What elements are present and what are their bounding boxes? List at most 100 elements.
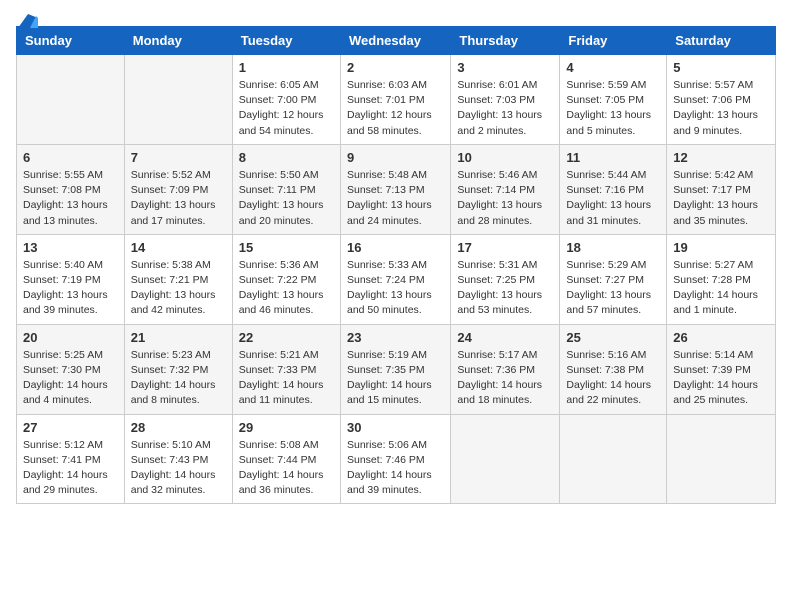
day-cell: 5Sunrise: 5:57 AM Sunset: 7:06 PM Daylig… [667, 55, 776, 145]
day-info: Sunrise: 5:06 AM Sunset: 7:46 PM Dayligh… [347, 438, 444, 499]
day-number: 30 [347, 420, 444, 435]
day-info: Sunrise: 5:14 AM Sunset: 7:39 PM Dayligh… [673, 348, 769, 409]
day-number: 5 [673, 60, 769, 75]
day-number: 29 [239, 420, 334, 435]
day-number: 2 [347, 60, 444, 75]
header-saturday: Saturday [667, 27, 776, 55]
day-number: 10 [457, 150, 553, 165]
day-info: Sunrise: 6:05 AM Sunset: 7:00 PM Dayligh… [239, 78, 334, 139]
day-cell: 17 Sunrise: 5:31 AM Sunset: 7:25 PM Dayli… [451, 234, 560, 324]
day-number: 1 [239, 60, 334, 75]
day-number: 24 [457, 330, 553, 345]
day-cell: 21Sunrise: 5:23 AM Sunset: 7:32 PM Dayli… [124, 324, 232, 414]
day-info: Sunrise: 5:16 AM Sunset: 7:38 PM Dayligh… [566, 348, 660, 409]
day-cell: 7 Sunrise: 5:52 AM Sunset: 7:09 PM Daylig… [124, 144, 232, 234]
day-cell [451, 414, 560, 504]
day-info: Sunrise: 5:31 AM Sunset: 7:25 PM Dayligh… [457, 258, 553, 319]
day-cell: 26 Sunrise: 5:14 AM Sunset: 7:39 PM Dayli… [667, 324, 776, 414]
day-cell: 15 Sunrise: 5:36 AM Sunset: 7:22 PM Dayli… [232, 234, 340, 324]
day-info: Sunrise: 5:52 AM Sunset: 7:09 PM Dayligh… [131, 168, 226, 229]
day-cell [560, 414, 667, 504]
header-monday: Monday [124, 27, 232, 55]
header-sunday: Sunday [17, 27, 125, 55]
day-cell: 3Sunrise: 6:01 AM Sunset: 7:03 PM Daylig… [451, 55, 560, 145]
day-cell: 28 Sunrise: 5:10 AM Sunset: 7:43 PM Dayli… [124, 414, 232, 504]
day-cell: 24 Sunrise: 5:17 AM Sunset: 7:36 PM Dayli… [451, 324, 560, 414]
day-info: Sunrise: 5:33 AM Sunset: 7:24 PM Dayligh… [347, 258, 444, 319]
header-wednesday: Wednesday [340, 27, 450, 55]
day-info: Sunrise: 5:27 AM Sunset: 7:28 PM Dayligh… [673, 258, 769, 319]
day-cell [124, 55, 232, 145]
day-cell: 20 Sunrise: 5:25 AM Sunset: 7:30 PM Dayli… [17, 324, 125, 414]
day-number: 8 [239, 150, 334, 165]
day-cell: 1 Sunrise: 6:05 AM Sunset: 7:00 PM Daylig… [232, 55, 340, 145]
day-cell: 19 Sunrise: 5:27 AM Sunset: 7:28 PM Dayli… [667, 234, 776, 324]
day-cell: 30 Sunrise: 5:06 AM Sunset: 7:46 PM Dayli… [340, 414, 450, 504]
day-cell: 4 Sunrise: 5:59 AM Sunset: 7:05 PM Daylig… [560, 55, 667, 145]
day-info: Sunrise: 5:44 AM Sunset: 7:16 PM Dayligh… [566, 168, 660, 229]
day-cell: 12Sunrise: 5:42 AM Sunset: 7:17 PM Dayli… [667, 144, 776, 234]
weekday-header-row: SundayMondayTuesdayWednesdayThursdayFrid… [17, 27, 776, 55]
day-info: Sunrise: 5:50 AM Sunset: 7:11 PM Dayligh… [239, 168, 334, 229]
day-number: 20 [23, 330, 118, 345]
day-info: Sunrise: 5:59 AM Sunset: 7:05 PM Dayligh… [566, 78, 660, 139]
header-friday: Friday [560, 27, 667, 55]
day-cell: 2 Sunrise: 6:03 AM Sunset: 7:01 PM Daylig… [340, 55, 450, 145]
day-info: Sunrise: 5:48 AM Sunset: 7:13 PM Dayligh… [347, 168, 444, 229]
day-number: 18 [566, 240, 660, 255]
day-number: 23 [347, 330, 444, 345]
day-cell: 23 Sunrise: 5:19 AM Sunset: 7:35 PM Dayli… [340, 324, 450, 414]
day-cell: 18 Sunrise: 5:29 AM Sunset: 7:27 PM Dayli… [560, 234, 667, 324]
day-number: 7 [131, 150, 226, 165]
day-cell: 10 Sunrise: 5:46 AM Sunset: 7:14 PM Dayli… [451, 144, 560, 234]
day-info: Sunrise: 5:36 AM Sunset: 7:22 PM Dayligh… [239, 258, 334, 319]
day-cell: 6 Sunrise: 5:55 AM Sunset: 7:08 PM Daylig… [17, 144, 125, 234]
day-cell: 27 Sunrise: 5:12 AM Sunset: 7:41 PM Dayli… [17, 414, 125, 504]
day-number: 17 [457, 240, 553, 255]
day-number: 28 [131, 420, 226, 435]
calendar: SundayMondayTuesdayWednesdayThursdayFrid… [16, 26, 776, 504]
day-info: Sunrise: 5:25 AM Sunset: 7:30 PM Dayligh… [23, 348, 118, 409]
day-cell: 29 Sunrise: 5:08 AM Sunset: 7:44 PM Dayli… [232, 414, 340, 504]
day-number: 15 [239, 240, 334, 255]
day-number: 13 [23, 240, 118, 255]
day-info: Sunrise: 5:10 AM Sunset: 7:43 PM Dayligh… [131, 438, 226, 499]
day-cell: 16 Sunrise: 5:33 AM Sunset: 7:24 PM Dayli… [340, 234, 450, 324]
day-number: 4 [566, 60, 660, 75]
day-number: 11 [566, 150, 660, 165]
day-cell: 25 Sunrise: 5:16 AM Sunset: 7:38 PM Dayli… [560, 324, 667, 414]
day-cell: 11 Sunrise: 5:44 AM Sunset: 7:16 PM Dayli… [560, 144, 667, 234]
day-cell: 8 Sunrise: 5:50 AM Sunset: 7:11 PM Daylig… [232, 144, 340, 234]
day-info: Sunrise: 5:21 AM Sunset: 7:33 PM Dayligh… [239, 348, 334, 409]
day-info: Sunrise: 5:29 AM Sunset: 7:27 PM Dayligh… [566, 258, 660, 319]
day-number: 16 [347, 240, 444, 255]
day-number: 9 [347, 150, 444, 165]
day-number: 22 [239, 330, 334, 345]
day-info: Sunrise: 5:55 AM Sunset: 7:08 PM Dayligh… [23, 168, 118, 229]
day-cell [17, 55, 125, 145]
day-info: Sunrise: 5:08 AM Sunset: 7:44 PM Dayligh… [239, 438, 334, 499]
day-cell [667, 414, 776, 504]
day-info: Sunrise: 5:38 AM Sunset: 7:21 PM Dayligh… [131, 258, 226, 319]
day-number: 12 [673, 150, 769, 165]
day-cell: 14 Sunrise: 5:38 AM Sunset: 7:21 PM Dayli… [124, 234, 232, 324]
header-thursday: Thursday [451, 27, 560, 55]
day-info: Sunrise: 5:46 AM Sunset: 7:14 PM Dayligh… [457, 168, 553, 229]
week-row-2: 6 Sunrise: 5:55 AM Sunset: 7:08 PM Daylig… [17, 144, 776, 234]
day-info: Sunrise: 6:03 AM Sunset: 7:01 PM Dayligh… [347, 78, 444, 139]
day-info: Sunrise: 5:17 AM Sunset: 7:36 PM Dayligh… [457, 348, 553, 409]
week-row-1: 1 Sunrise: 6:05 AM Sunset: 7:00 PM Daylig… [17, 55, 776, 145]
day-number: 21 [131, 330, 226, 345]
week-row-3: 13Sunrise: 5:40 AM Sunset: 7:19 PM Dayli… [17, 234, 776, 324]
day-number: 27 [23, 420, 118, 435]
day-number: 14 [131, 240, 226, 255]
day-cell: 22 Sunrise: 5:21 AM Sunset: 7:33 PM Dayli… [232, 324, 340, 414]
week-row-4: 20 Sunrise: 5:25 AM Sunset: 7:30 PM Dayli… [17, 324, 776, 414]
day-number: 6 [23, 150, 118, 165]
day-number: 3 [457, 60, 553, 75]
day-number: 25 [566, 330, 660, 345]
day-number: 26 [673, 330, 769, 345]
day-info: Sunrise: 5:19 AM Sunset: 7:35 PM Dayligh… [347, 348, 444, 409]
day-info: Sunrise: 5:12 AM Sunset: 7:41 PM Dayligh… [23, 438, 118, 499]
day-number: 19 [673, 240, 769, 255]
